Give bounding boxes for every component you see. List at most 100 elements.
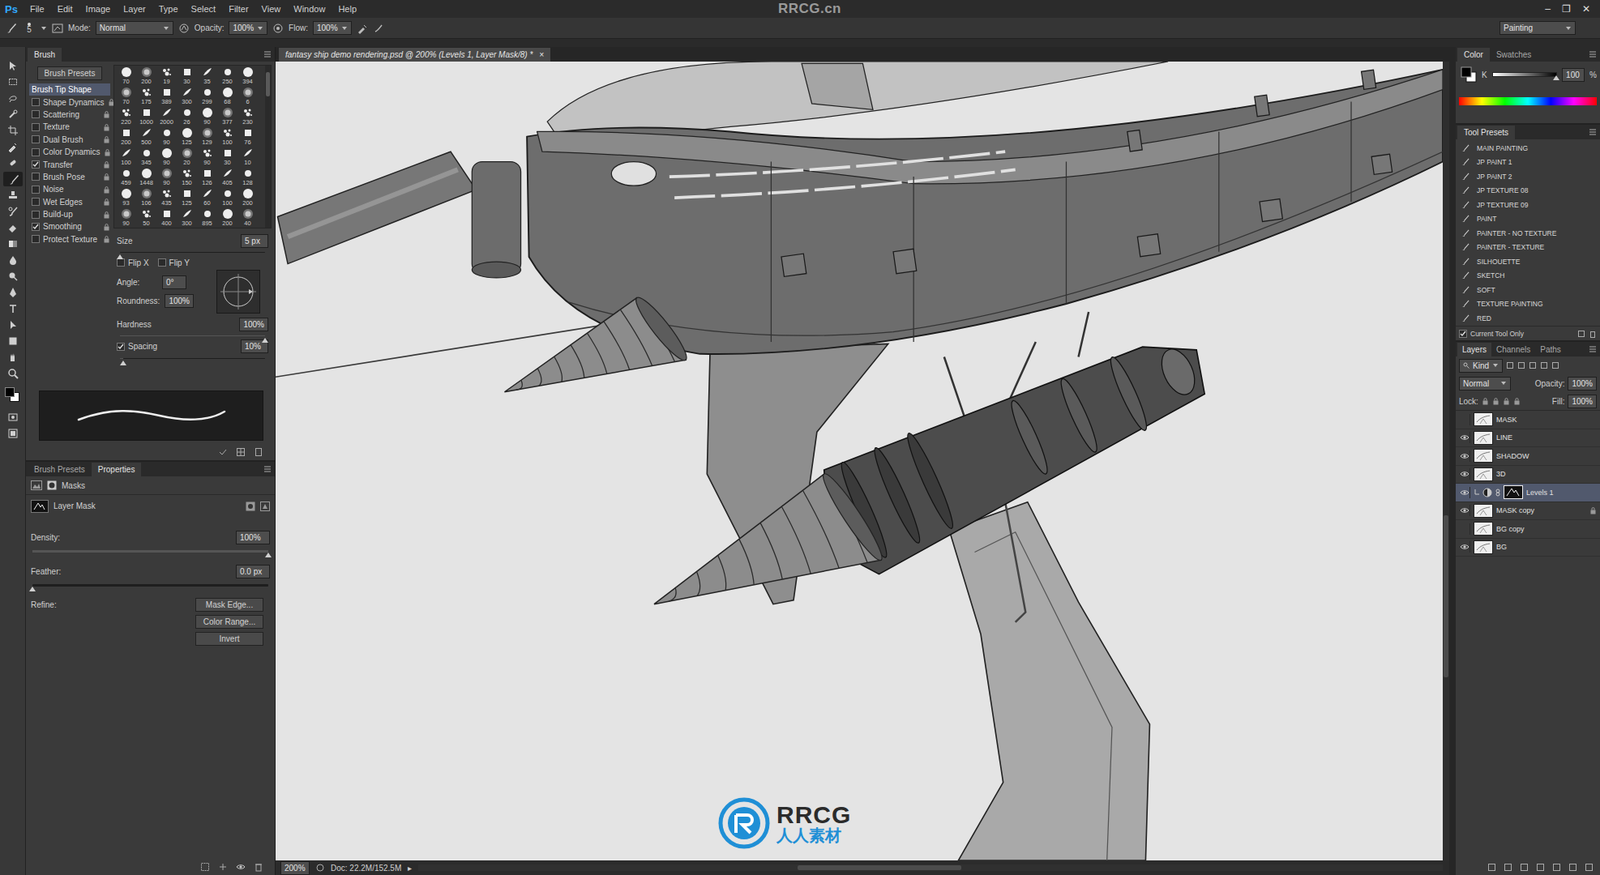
brush-tip[interactable]: 93 [115, 188, 137, 209]
brush-tip[interactable]: 90 [156, 147, 177, 168]
brush-tip[interactable]: 300 [176, 208, 197, 229]
checkbox[interactable] [116, 258, 125, 267]
layer-row[interactable]: MASK copy [1455, 502, 1600, 522]
panel-menu-icon[interactable] [1588, 128, 1597, 137]
dropdown-arrow-icon[interactable] [40, 25, 48, 32]
brush-presets-button[interactable]: Brush Presets [37, 66, 103, 81]
checkbox[interactable] [1458, 329, 1468, 338]
brush-tip[interactable]: 128 [237, 167, 258, 189]
pixel-mask-icon[interactable] [245, 501, 256, 512]
layer-row[interactable]: BG [1455, 539, 1600, 558]
tool-button[interactable] [3, 188, 23, 203]
brush-tip[interactable]: 10 [237, 147, 258, 168]
density-field[interactable]: 100% [235, 530, 270, 545]
brush-option-row[interactable]: Protect Texture [29, 233, 111, 246]
apply-mask-icon[interactable] [218, 862, 228, 873]
menu-item[interactable]: Select [185, 2, 223, 16]
brush-option-row[interactable]: Wet Edges [29, 196, 111, 209]
new-brush-icon[interactable] [253, 447, 264, 458]
brush-tip[interactable]: 126 [196, 167, 218, 189]
visibility-toggle[interactable] [1458, 541, 1471, 553]
tool-button[interactable] [3, 269, 23, 284]
checkbox[interactable] [31, 172, 40, 181]
brush-tip[interactable]: 100 [217, 188, 238, 209]
layer-row[interactable]: SHADOW [1455, 447, 1600, 467]
checkbox[interactable] [116, 342, 125, 351]
refine-button[interactable]: Color Range... [195, 615, 264, 629]
lock-icon[interactable] [102, 197, 111, 206]
panel-menu-icon[interactable] [263, 50, 272, 59]
checkbox[interactable] [31, 197, 40, 206]
panel-tab[interactable]: Layers [1457, 342, 1492, 357]
lock-icon[interactable] [102, 123, 111, 132]
window-control-button[interactable]: ❐ [1557, 2, 1576, 16]
panel-tab[interactable]: Tool Presets [1457, 125, 1515, 140]
brush-tip[interactable]: 200 [217, 208, 238, 229]
tool-button[interactable] [3, 426, 23, 441]
brush-tip[interactable]: 129 [196, 127, 218, 148]
lock-icon[interactable] [102, 210, 111, 219]
lock-icon[interactable] [103, 148, 112, 157]
brush-tip[interactable]: 459 [115, 167, 137, 189]
tool-button[interactable] [3, 106, 23, 122]
grid-icon[interactable] [235, 447, 246, 458]
brush-tip[interactable]: 35 [196, 66, 218, 87]
tool-button[interactable] [3, 90, 23, 106]
workspace-select[interactable]: Painting [1499, 21, 1576, 35]
blend-mode-select[interactable]: Normal [1458, 376, 1511, 391]
roundness-field[interactable]: 100% [164, 294, 194, 309]
brush-tip[interactable]: 220 [115, 106, 137, 128]
tool-preset-item[interactable]: MAIN PAINTING [1455, 141, 1600, 156]
tool-button[interactable] [3, 317, 23, 333]
checkbox[interactable] [31, 148, 40, 157]
brush-tip[interactable]: 90 [115, 208, 137, 229]
panel-tab[interactable]: Brush Presets [27, 462, 92, 477]
adjustment-filter-icon[interactable] [1517, 361, 1526, 370]
brush-tip[interactable]: 1448 [136, 167, 157, 189]
brush-tip[interactable]: 345 [136, 147, 157, 168]
tool-button[interactable] [3, 58, 23, 73]
hardness-field[interactable]: 100% [239, 317, 269, 332]
flip-y-option[interactable]: Flip Y [158, 258, 190, 268]
link-layers-icon[interactable] [1487, 863, 1497, 873]
brush-tip[interactable]: 70 [115, 66, 137, 87]
lock-icon[interactable] [102, 235, 111, 244]
brush-tip[interactable]: 377 [217, 106, 238, 128]
brush-tip[interactable]: 125 [176, 127, 197, 148]
lock-pixels-icon[interactable] [1492, 397, 1500, 406]
visibility-toggle[interactable] [1458, 504, 1471, 517]
menu-item[interactable]: Filter [222, 2, 254, 16]
brush-option-row[interactable]: Build-up [29, 208, 111, 221]
vertical-scrollbar[interactable] [1442, 61, 1450, 861]
pressure-opacity-icon[interactable] [178, 22, 190, 35]
brush-panel-toggle-icon[interactable] [51, 22, 64, 35]
layer-row[interactable]: 3D [1455, 466, 1600, 485]
menu-item[interactable]: Window [287, 2, 331, 16]
status-menu-button[interactable]: ▸ [407, 864, 412, 873]
load-selection-icon[interactable] [200, 862, 210, 873]
density-slider[interactable] [32, 550, 269, 553]
brush-option-row[interactable]: Smoothing [29, 220, 111, 233]
brush-tip[interactable]: 90 [156, 127, 177, 148]
visibility-toggle[interactable] [1458, 523, 1471, 535]
document-tab[interactable]: fantasy ship demo rendering.psd @ 200% (… [278, 47, 551, 62]
checkbox[interactable] [31, 222, 40, 232]
visibility-icon[interactable] [235, 862, 246, 873]
brush-size-picker[interactable]: 5 [22, 22, 36, 35]
tool-preset-item[interactable]: PAINT [1455, 212, 1600, 227]
angle-roundness-widget-icon[interactable] [216, 269, 261, 314]
visibility-toggle[interactable] [1458, 468, 1471, 480]
tool-button[interactable] [3, 366, 23, 381]
type-filter-icon[interactable] [1528, 361, 1537, 370]
delete-layer-icon[interactable] [1584, 863, 1594, 873]
mode-select[interactable]: Normal [95, 21, 174, 35]
checkbox[interactable] [31, 98, 40, 107]
feather-slider[interactable] [32, 584, 269, 587]
tool-button[interactable] [3, 139, 23, 155]
brush-tip[interactable]: 70 [115, 86, 137, 107]
checkbox[interactable] [31, 185, 40, 194]
foreground-color-swatch[interactable] [4, 387, 15, 398]
tool-preset-item[interactable]: PAINTER - NO TEXTURE [1455, 226, 1600, 241]
checkbox[interactable] [31, 110, 40, 119]
tool-preset-item[interactable]: JP PAINT 2 [1455, 169, 1600, 184]
